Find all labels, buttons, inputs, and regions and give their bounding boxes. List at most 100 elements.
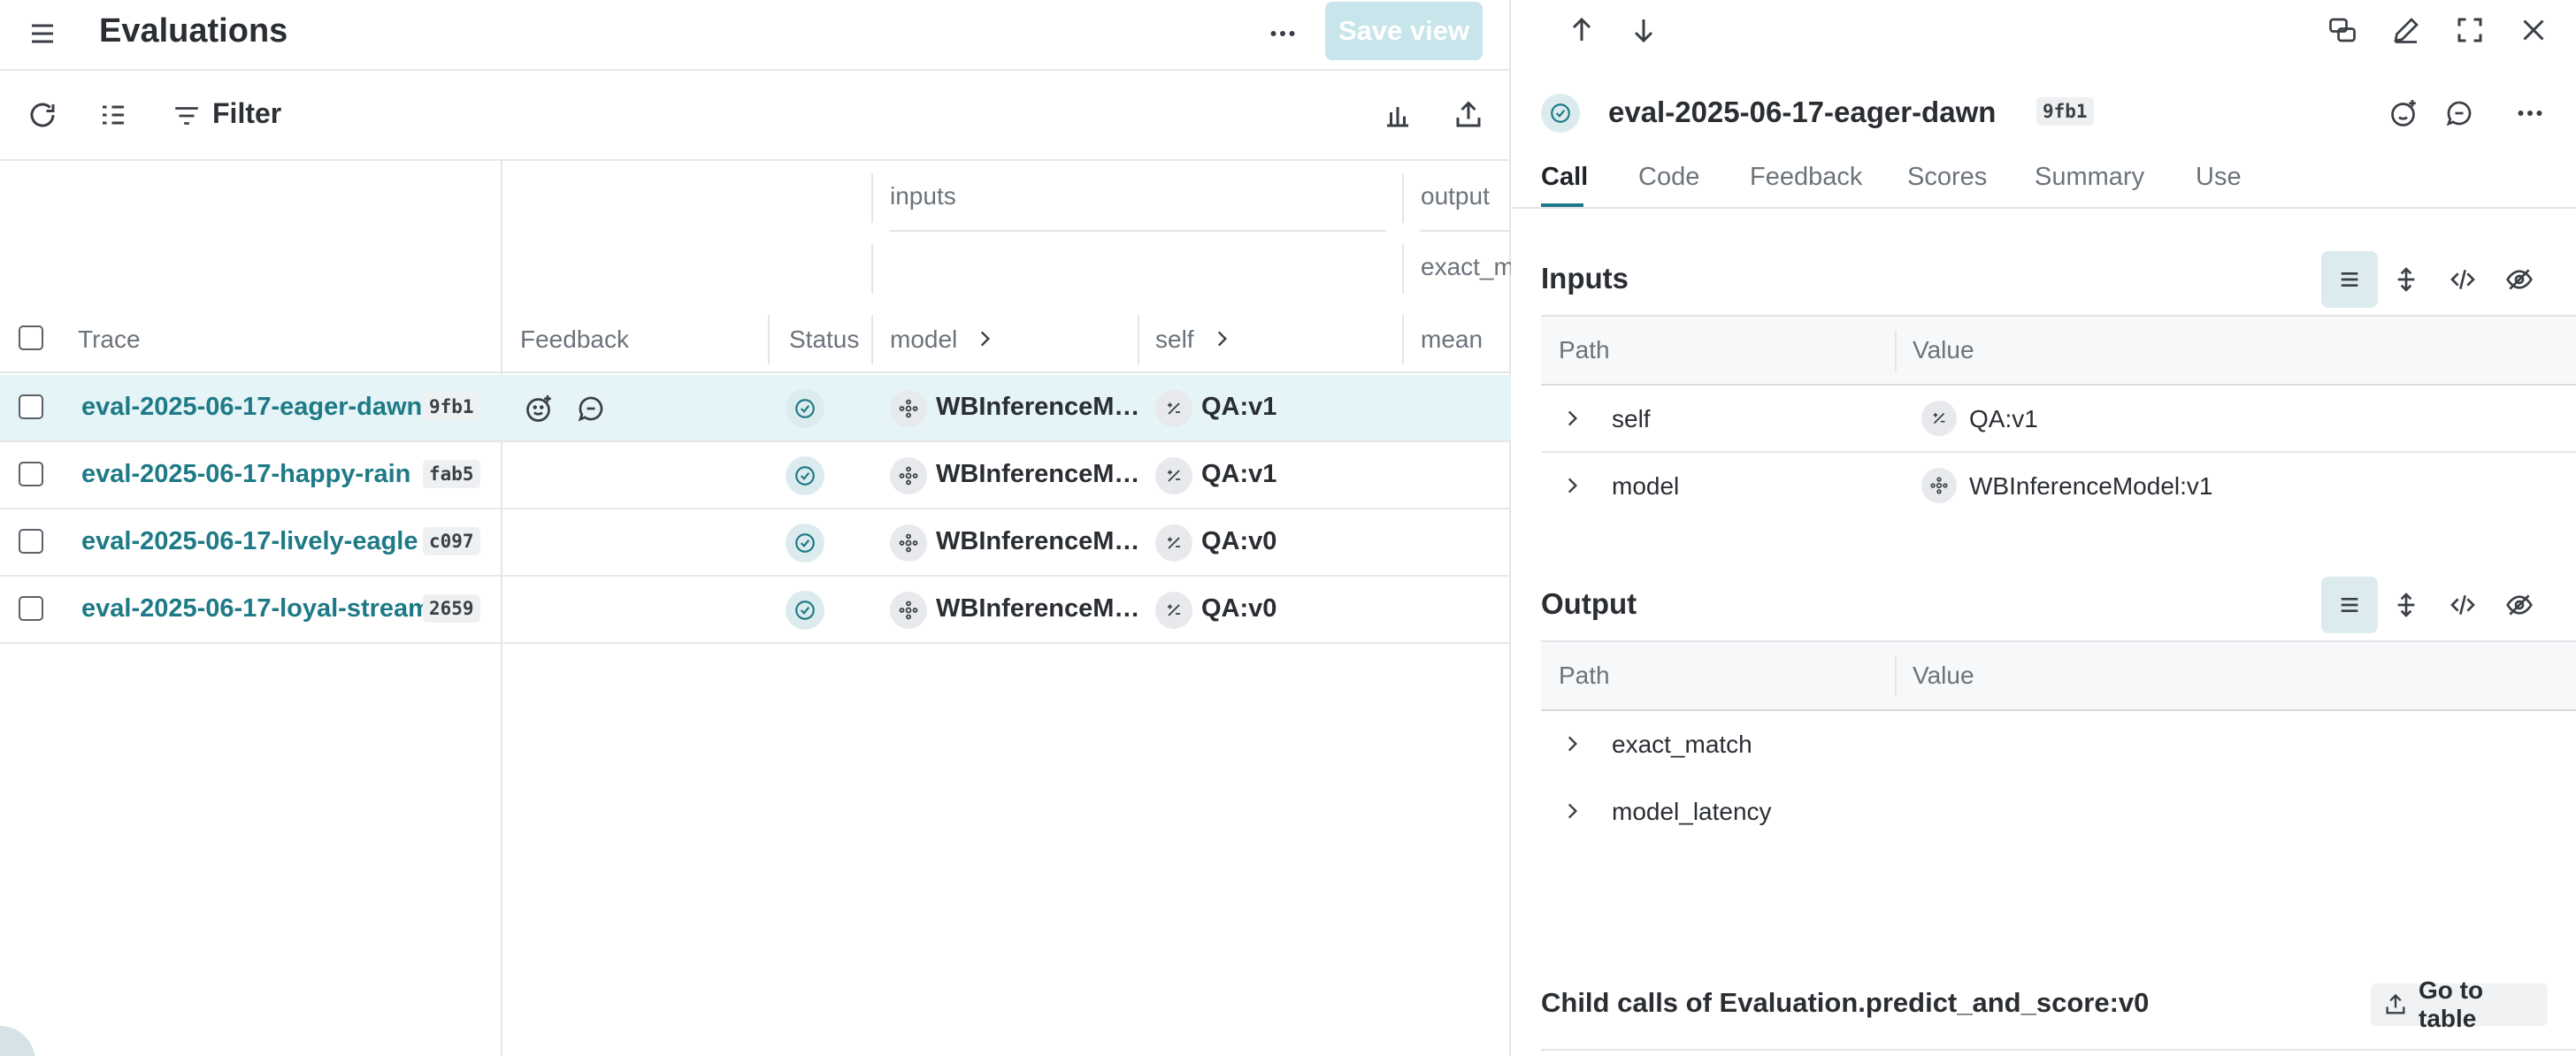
table-row[interactable]: eval-2025-06-17-loyal-stream 2659 WBInfe… (0, 577, 1511, 644)
self-value[interactable]: QA:v0 (1201, 527, 1276, 556)
row-checkbox[interactable] (19, 394, 43, 419)
more-options-icon[interactable] (1265, 18, 1300, 50)
add-note-icon[interactable] (575, 393, 607, 425)
mean-column-header[interactable]: mean (1421, 325, 1483, 354)
feedback-divider (768, 315, 770, 364)
tab-use[interactable]: Use (2196, 163, 2242, 192)
code-view-icon[interactable] (2434, 251, 2491, 308)
export-icon[interactable] (1453, 99, 1484, 131)
model-icon (890, 457, 927, 494)
status-column-header[interactable]: Status (789, 325, 859, 354)
trace-name-link[interactable]: eval-2025-06-17-loyal-stream (81, 594, 431, 624)
trace-name-link[interactable]: eval-2025-06-17-lively-eagle (81, 527, 418, 556)
row-checkbox[interactable] (19, 596, 43, 621)
filter-button[interactable]: Filter (212, 97, 281, 130)
self-divider (1402, 315, 1404, 364)
save-view-button[interactable]: Save view (1325, 2, 1483, 60)
trace-name-link[interactable]: eval-2025-06-17-happy-rain (81, 460, 410, 489)
chevron-right-icon[interactable] (1560, 800, 1583, 823)
corner-fab[interactable] (0, 1026, 35, 1056)
hide-icon[interactable] (2491, 577, 2548, 633)
add-reaction-icon[interactable] (524, 393, 556, 425)
model-value[interactable]: WBInferenceM… (936, 527, 1139, 556)
feedback-column-header[interactable]: Feedback (520, 325, 629, 354)
chart-icon[interactable] (1382, 99, 1414, 131)
table-row[interactable]: eval-2025-06-17-lively-eagle c097 WBInfe… (0, 509, 1511, 577)
go-to-table-label: Go to table (2419, 976, 2484, 1032)
output-row[interactable]: exact_match (1541, 711, 2576, 778)
model-column-header[interactable]: model (890, 325, 957, 354)
chevron-right-icon[interactable] (1210, 327, 1233, 350)
table-row[interactable]: eval-2025-06-17-eager-dawn 9fb1 WBInfere… (0, 375, 1511, 442)
arrow-down-icon[interactable] (1628, 14, 1660, 46)
refresh-icon[interactable] (27, 99, 58, 131)
tab-feedback[interactable]: Feedback (1750, 163, 1862, 192)
row-checkbox[interactable] (19, 462, 43, 486)
model-icon (890, 592, 927, 629)
edit-pencil-icon[interactable] (2390, 14, 2422, 46)
output-table: Path Value exact_match model_latency (1541, 640, 2576, 847)
table-toolbar: Filter (0, 71, 1511, 161)
scorer-icon (1155, 592, 1192, 629)
filter-icon[interactable] (172, 101, 202, 131)
model-value[interactable]: WBInferenceM… (936, 393, 1139, 422)
row-checkbox[interactable] (19, 529, 43, 554)
fullscreen-icon[interactable] (2454, 14, 2486, 46)
status-success-icon (786, 591, 824, 630)
more-options-icon[interactable] (2512, 97, 2548, 129)
top-bar: Evaluations Save view (0, 0, 1511, 71)
tab-summary[interactable]: Summary (2035, 163, 2144, 192)
add-note-icon[interactable] (2443, 97, 2475, 129)
model-value[interactable]: WBInferenceM… (936, 460, 1139, 489)
call-detail-drawer: eval-2025-06-17-eager-dawn 9fb1 Call Cod… (1513, 0, 2576, 1056)
trace-column-header[interactable]: Trace (78, 325, 141, 354)
inputs-section-title: Inputs (1541, 262, 1629, 295)
close-icon[interactable] (2518, 14, 2549, 46)
list-view-icon[interactable] (2321, 251, 2378, 308)
input-value-link[interactable]: QA:v1 (1969, 405, 2038, 433)
self-value[interactable]: QA:v1 (1201, 393, 1276, 422)
self-value[interactable]: QA:v0 (1201, 594, 1276, 624)
add-reaction-icon[interactable] (2388, 97, 2420, 129)
self-value[interactable]: QA:v1 (1201, 460, 1276, 489)
input-value-link[interactable]: WBInferenceModel:v1 (1969, 472, 2212, 501)
expand-rows-icon[interactable] (2378, 251, 2434, 308)
chevron-right-icon[interactable] (1560, 474, 1583, 497)
chevron-right-icon[interactable] (1560, 407, 1583, 430)
header-divider (1895, 331, 1897, 371)
status-success-icon (786, 524, 824, 562)
tab-scores[interactable]: Scores (1907, 163, 1987, 192)
table-row[interactable]: eval-2025-06-17-happy-rain fab5 WBInfere… (0, 442, 1511, 509)
export-icon (2383, 992, 2408, 1017)
tab-code[interactable]: Code (1638, 163, 1699, 192)
expand-rows-icon[interactable] (2378, 577, 2434, 633)
model-icon (890, 390, 927, 427)
output-group-divider (1402, 173, 1404, 223)
call-title: eval-2025-06-17-eager-dawn (1608, 96, 1997, 128)
status-divider (871, 315, 873, 364)
input-row[interactable]: model WBInferenceModel:v1 (1541, 453, 2576, 520)
go-to-table-button[interactable]: Go to table (2371, 976, 2548, 1032)
arrow-up-icon[interactable] (1566, 14, 1598, 46)
columns-icon[interactable] (97, 99, 129, 131)
trace-hash-badge: 9fb1 (423, 393, 480, 421)
model-value[interactable]: WBInferenceM… (936, 594, 1139, 624)
select-all-checkbox[interactable] (19, 325, 43, 350)
status-success-icon (1541, 94, 1580, 133)
code-view-icon[interactable] (2434, 577, 2491, 633)
list-view-icon[interactable] (2321, 577, 2378, 633)
chevron-right-icon[interactable] (1560, 732, 1583, 755)
compare-icon[interactable] (2327, 14, 2358, 46)
scorer-icon (1155, 457, 1192, 494)
self-column-header[interactable]: self (1155, 325, 1194, 354)
chevron-right-icon[interactable] (973, 327, 996, 350)
hamburger-menu-icon[interactable] (27, 18, 58, 50)
output-row[interactable]: model_latency (1541, 778, 2576, 846)
input-row[interactable]: self QA:v1 (1541, 386, 2576, 453)
hide-icon[interactable] (2491, 251, 2548, 308)
trace-name-link[interactable]: eval-2025-06-17-eager-dawn (81, 393, 422, 422)
sub-divider-inputs (871, 244, 873, 294)
inputs-group-header: inputs (890, 182, 956, 210)
status-success-icon (786, 389, 824, 428)
tab-call[interactable]: Call (1541, 163, 1588, 192)
